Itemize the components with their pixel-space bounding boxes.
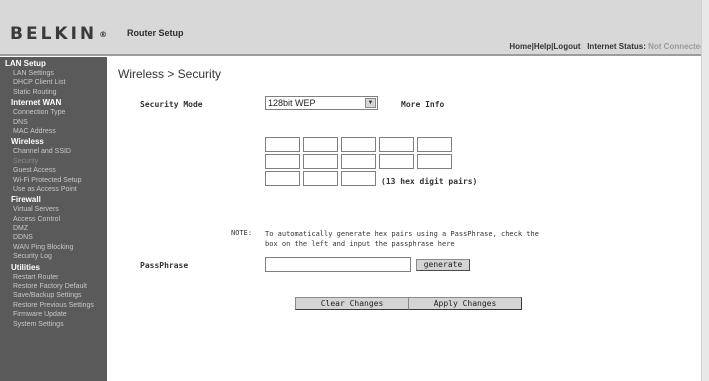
hex-key-field[interactable] <box>417 137 452 152</box>
security-mode-label: Security Mode <box>140 100 203 109</box>
sidebar-item-firmware-update[interactable]: Firmware Update <box>0 310 107 319</box>
sidebar-item-restore-factory-default[interactable]: Restore Factory Default <box>0 282 107 291</box>
apply-changes-button[interactable]: Apply Changes <box>408 297 522 310</box>
help-link[interactable]: Help <box>534 42 551 51</box>
top-links: Home|Help|Logout Internet Status: Not Co… <box>509 42 705 51</box>
note-label: NOTE: <box>231 229 253 237</box>
sidebar-item-system-settings[interactable]: System Settings <box>0 320 107 329</box>
sidebar-item-dns[interactable]: DNS <box>0 118 107 127</box>
sidebar-section-wireless: Wireless <box>11 137 44 147</box>
note-text: To automatically generate hex pairs usin… <box>265 230 539 248</box>
sidebar-section-lan-setup: LAN Setup <box>5 59 46 68</box>
hex-key-field[interactable] <box>341 137 376 152</box>
sidebar-item-wan-ping-blocking[interactable]: WAN Ping Blocking <box>0 243 107 252</box>
hex-key-field[interactable] <box>303 171 338 186</box>
hex-key-field[interactable] <box>417 154 452 169</box>
hex-key-field[interactable] <box>265 154 300 169</box>
header-bar: BELKIN ® Router Setup Home|Help|Logout In… <box>0 0 709 56</box>
page-title: Wireless > Security <box>118 67 222 81</box>
hex-key-field[interactable] <box>265 137 300 152</box>
sidebar-item-ddns[interactable]: DDNS <box>0 233 107 242</box>
sidebar-section-utilities: Utilities <box>11 262 40 272</box>
clear-changes-button[interactable]: Clear Changes <box>295 297 409 310</box>
hex-key-field[interactable] <box>303 154 338 169</box>
hex-key-field[interactable] <box>303 137 338 152</box>
sidebar-item-lan-settings[interactable]: LAN Settings <box>0 69 107 78</box>
more-info-link[interactable]: More Info <box>401 100 444 109</box>
internet-status-value: Not Connected <box>648 42 705 51</box>
hex-key-field[interactable] <box>379 137 414 152</box>
sidebar-item-dmz[interactable]: DMZ <box>0 224 107 233</box>
passphrase-label: PassPhrase <box>140 261 189 270</box>
generate-button[interactable]: generate <box>416 259 470 271</box>
sidebar-item-use-as-access-point[interactable]: Use as Access Point <box>0 185 107 194</box>
sidebar-item-access-control[interactable]: Access Control <box>0 215 107 224</box>
sidebar-item-dhcp-client-list[interactable]: DHCP Client List <box>0 78 107 87</box>
hex-key-field[interactable] <box>265 171 300 186</box>
sidebar-item-restart-router[interactable]: Restart Router <box>0 273 107 282</box>
sidebar-item-virtual-servers[interactable]: Virtual Servers <box>0 205 107 214</box>
sidebar-item-wifi-protected-setup[interactable]: Wi-Fi Protected Setup <box>0 176 107 185</box>
router-setup-title: Router Setup <box>127 28 184 38</box>
sidebar-item-connection-type[interactable]: Connection Type <box>0 108 107 117</box>
main-content: Wireless > Security Security Mode 128bit… <box>107 57 701 381</box>
sidebar-section-internet-wan: Internet WAN <box>11 98 62 108</box>
sidebar-item-security-log[interactable]: Security Log <box>0 252 107 261</box>
chevron-down-icon[interactable]: ▼ <box>365 98 376 108</box>
home-link[interactable]: Home <box>509 42 531 51</box>
sidebar-nav: LAN Setup LAN Settings DHCP Client List … <box>0 57 107 381</box>
logout-link[interactable]: Logout <box>553 42 580 51</box>
hex-pairs-hint: (13 hex digit pairs) <box>381 177 478 186</box>
sidebar-item-security[interactable]: Security <box>0 157 107 166</box>
hex-key-field[interactable] <box>379 154 414 169</box>
passphrase-input[interactable] <box>265 257 411 272</box>
security-mode-value: 128bit WEP <box>268 98 316 108</box>
sidebar-item-mac-address[interactable]: MAC Address <box>0 127 107 136</box>
belkin-logo: BELKIN ® <box>10 24 108 44</box>
sidebar-item-guest-access[interactable]: Guest Access <box>0 166 107 175</box>
hex-key-field[interactable] <box>341 171 376 186</box>
sidebar-item-channel-and-ssid[interactable]: Channel and SSID <box>0 147 107 156</box>
hex-key-field[interactable] <box>341 154 376 169</box>
security-mode-select[interactable]: 128bit WEP ▼ <box>265 96 378 110</box>
internet-status-label: Internet Status: <box>587 42 646 51</box>
sidebar-section-firewall: Firewall <box>11 195 41 205</box>
vertical-scrollbar[interactable] <box>701 0 709 381</box>
sidebar-item-save-backup-settings[interactable]: Save/Backup Settings <box>0 291 107 300</box>
sidebar-item-restore-previous-settings[interactable]: Restore Previous Settings <box>0 301 107 310</box>
sidebar-item-static-routing[interactable]: Static Routing <box>0 88 107 97</box>
